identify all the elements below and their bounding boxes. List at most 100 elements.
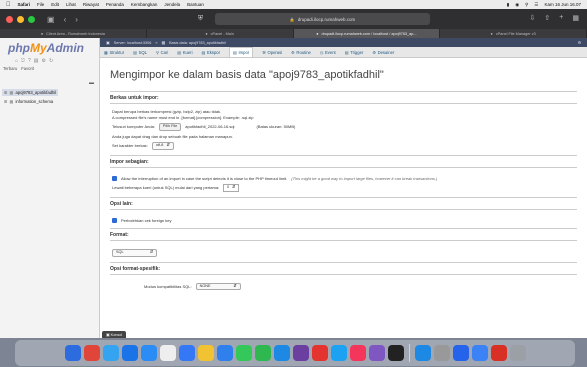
- menu-item-window[interactable]: Jendela: [164, 2, 180, 7]
- dock-app-icon[interactable]: [178, 345, 195, 361]
- dock-app-icon[interactable]: [102, 345, 119, 361]
- console-toggle[interactable]: ▣ Konsol: [102, 331, 127, 338]
- dock-app-icon[interactable]: [121, 345, 138, 361]
- dock-app-icon[interactable]: [235, 345, 252, 361]
- search-icon: ⚲: [156, 49, 160, 55]
- partial-section: Allow the interruption of an import in c…: [110, 168, 577, 197]
- tab-import[interactable]: ▤ Impor: [229, 47, 254, 57]
- menu-item-bookmarks[interactable]: Penanda: [106, 2, 124, 7]
- expand-icon[interactable]: ⊞: [4, 99, 8, 104]
- browse-label: Telusuri komputer Anda:: [112, 124, 155, 129]
- share-icon[interactable]: ⇧: [544, 14, 550, 22]
- phpmyadmin-logo[interactable]: phpMyAdmin: [8, 41, 84, 55]
- tab-cpanel[interactable]: ● cPanel - Main: [147, 29, 294, 38]
- search-icon[interactable]: ⚲: [525, 2, 528, 8]
- address-bar[interactable]: 🔒 drupadi.ilocp.rumahweb.com: [215, 13, 430, 25]
- settings-icon[interactable]: ⚙: [42, 58, 46, 64]
- minimize-window-button[interactable]: [17, 15, 24, 23]
- dock-app-icon[interactable]: [349, 345, 366, 361]
- breadcrumb-server[interactable]: Server: localhost:3306: [114, 41, 152, 45]
- battery-icon[interactable]: ▮: [507, 2, 509, 8]
- sidebar-toggle-icon[interactable]: ▣: [47, 15, 55, 24]
- menu-item-history[interactable]: Riwayat: [83, 2, 99, 7]
- apple-icon[interactable]: : [6, 2, 11, 8]
- close-window-button[interactable]: [6, 15, 13, 23]
- dock-app-icon[interactable]: [509, 345, 526, 361]
- tab-events[interactable]: ◷ Event: [320, 50, 336, 55]
- dock-app-icon[interactable]: [273, 345, 290, 361]
- export-icon: ▤: [201, 49, 206, 55]
- dock-app-icon[interactable]: [471, 345, 488, 361]
- download-icon[interactable]: ⇩: [530, 14, 536, 22]
- tab-triggers[interactable]: ▤ Trigger: [345, 50, 364, 55]
- skip-queries-input[interactable]: 0 ⇵: [223, 184, 240, 192]
- dock-app-icon[interactable]: [330, 345, 347, 361]
- logout-icon[interactable]: ⎋: [21, 58, 25, 64]
- menu-app-name[interactable]: Safari: [18, 2, 31, 7]
- tab-query[interactable]: ▤ Kueri: [177, 50, 192, 55]
- collapse-link-icon[interactable]: ▬: [89, 80, 94, 86]
- tab-overview-icon[interactable]: ▦: [572, 14, 579, 22]
- dock-app-icon[interactable]: [159, 345, 176, 361]
- format-select[interactable]: SQL ⇵: [112, 249, 157, 257]
- menu-item-view[interactable]: Lihat: [66, 2, 76, 7]
- stepper-icon[interactable]: ⇵: [232, 185, 235, 191]
- tab-search[interactable]: ⚲ Cari: [156, 50, 168, 55]
- dock-app-icon[interactable]: [140, 345, 157, 361]
- menu-item-help[interactable]: Bantuan: [187, 2, 204, 7]
- dock-app-icon[interactable]: [368, 345, 385, 361]
- menu-item-develop[interactable]: Kembangkan: [131, 2, 158, 7]
- tab-phpmyadmin[interactable]: ● drupadi.ilocp.rumahweb.com / localhost …: [293, 29, 441, 38]
- tab-structure[interactable]: ▦ Struktur: [104, 50, 124, 55]
- dock-app-icon[interactable]: [254, 345, 271, 361]
- allow-interrupt-checkbox[interactable]: [112, 175, 117, 181]
- recent-tab[interactable]: Terbaru: [3, 66, 17, 71]
- tab-export[interactable]: ▤ Ekspor: [202, 50, 221, 55]
- reload-icon[interactable]: ↻: [49, 58, 53, 64]
- dock-app-icon[interactable]: [433, 345, 450, 361]
- charset-select[interactable]: utf-8 ⇵: [151, 142, 174, 150]
- menu-item-edit[interactable]: Edit: [51, 2, 59, 7]
- zoom-window-button[interactable]: [28, 15, 35, 23]
- dock-app-icon[interactable]: [387, 345, 404, 361]
- forward-arrow-icon[interactable]: ›: [75, 15, 78, 24]
- dock-app-icon[interactable]: [83, 345, 100, 361]
- db-item[interactable]: ⊞ ▩ information_schema: [2, 98, 58, 105]
- import-icon: ▤: [233, 50, 237, 55]
- tab-client-area[interactable]: ● Client Area - Rumahweb Indonesia: [0, 29, 147, 38]
- tab-file-manager[interactable]: ● cPanel File Manager v3: [440, 29, 587, 38]
- back-arrow-icon[interactable]: ‹: [64, 15, 67, 24]
- wifi-icon[interactable]: ◉: [515, 2, 519, 8]
- favorites-tab[interactable]: Favorit: [21, 66, 34, 71]
- tab-designer[interactable]: ⚙ Desainer: [372, 50, 394, 55]
- tab-routines[interactable]: ⚙ Routine: [291, 50, 311, 55]
- dock-app-icon[interactable]: [64, 345, 81, 361]
- gear-icon[interactable]: ⚙: [578, 40, 581, 45]
- dock-app-icon[interactable]: [452, 345, 469, 361]
- dock-app-icon[interactable]: [311, 345, 328, 361]
- dock-app-icon[interactable]: [414, 345, 431, 361]
- max-size-label: (Batas ukuran: 50MB): [256, 124, 296, 129]
- dock-app-icon[interactable]: [292, 345, 309, 361]
- foreign-key-checkbox[interactable]: [112, 217, 117, 223]
- expand-icon[interactable]: ⊞: [4, 90, 8, 95]
- menu-item-file[interactable]: File: [37, 2, 44, 7]
- tab-sql[interactable]: ▤ SQL: [133, 50, 147, 55]
- other-options-title: Opsi lain:: [110, 196, 577, 210]
- docs-icon[interactable]: ▤: [34, 58, 39, 64]
- choose-file-button[interactable]: Pilih File: [158, 123, 182, 131]
- help-icon[interactable]: ?: [28, 58, 31, 64]
- compat-mode-select[interactable]: NONE ⇵: [195, 282, 241, 290]
- file-section-title: Berkas untuk impor:: [110, 91, 577, 104]
- breadcrumb-database[interactable]: Basis data: apoj9783_apotikfadhil: [169, 41, 226, 45]
- new-tab-icon[interactable]: +: [559, 14, 563, 22]
- dock-app-icon[interactable]: [197, 345, 214, 361]
- menubar-clock[interactable]: Kam 16 Jun 16.07: [544, 2, 581, 7]
- db-item[interactable]: ⊞ ▩ apoj9783_apotikfadhil: [2, 89, 59, 96]
- dock-app-icon[interactable]: [490, 345, 507, 361]
- dock-app-icon[interactable]: [216, 345, 233, 361]
- home-icon[interactable]: ⌂: [15, 58, 18, 64]
- control-center-icon[interactable]: ☰: [534, 2, 538, 8]
- tab-operations[interactable]: ⚒ Operasi: [262, 50, 282, 55]
- privacy-shield-icon[interactable]: ⛨: [198, 15, 203, 23]
